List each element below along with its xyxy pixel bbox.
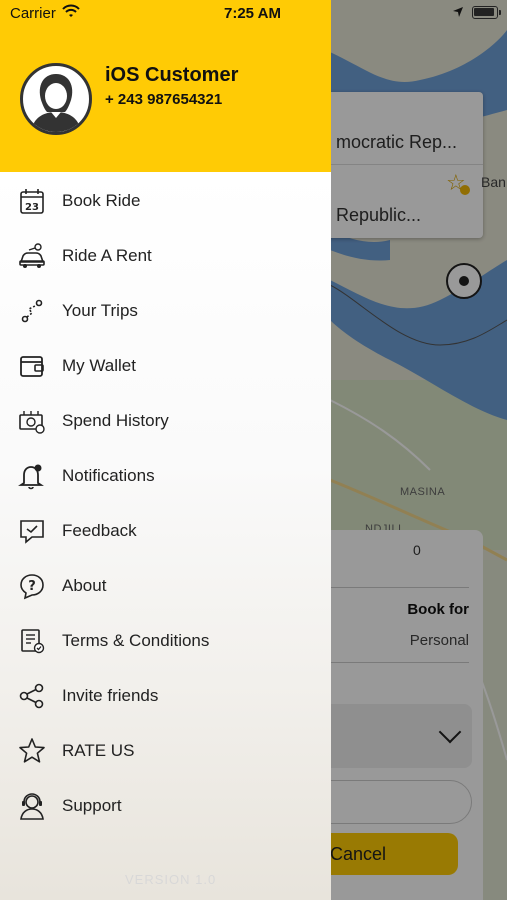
- menu-item-invite-friends[interactable]: Invite friends: [0, 668, 331, 723]
- menu-label: Notifications: [62, 466, 155, 485]
- route-icon: [21, 299, 43, 323]
- support-agent-icon: [20, 793, 44, 820]
- question-icon: ?: [20, 574, 44, 600]
- share-icon: [19, 683, 44, 709]
- menu-label: Invite friends: [62, 686, 159, 705]
- menu-label: Your Trips: [62, 301, 138, 320]
- money-history-icon: [19, 411, 45, 434]
- menu-label: My Wallet: [62, 356, 136, 375]
- menu-item-spend-history[interactable]: Spend History: [0, 393, 331, 448]
- app-version: VERSION 1.0: [125, 872, 217, 887]
- drawer-menu: 23 Book Ride Ride A Rent Your Trips My W…: [0, 173, 331, 833]
- wallet-icon: [20, 356, 44, 377]
- avatar[interactable]: [20, 63, 92, 135]
- user-avatar-icon: [31, 74, 81, 132]
- side-drawer: iOS Customer + 243 987654321 23 Book Rid…: [0, 0, 331, 900]
- menu-item-notifications[interactable]: Notifications: [0, 448, 331, 503]
- menu-label: About: [62, 576, 107, 595]
- menu-item-book-ride[interactable]: 23 Book Ride: [0, 173, 331, 228]
- menu-item-my-wallet[interactable]: My Wallet: [0, 338, 331, 393]
- user-phone: + 243 987654321: [105, 91, 223, 108]
- menu-label: Spend History: [62, 411, 169, 430]
- calendar-icon: 23: [20, 189, 44, 214]
- car-rent-icon: [19, 243, 45, 268]
- document-check-icon: [21, 629, 45, 654]
- user-name: iOS Customer: [105, 64, 239, 86]
- status-bar: Carrier 7:25 AM: [0, 0, 507, 26]
- menu-item-about[interactable]: ? About: [0, 558, 331, 613]
- status-time: 7:25 AM: [224, 5, 281, 22]
- carrier-label: Carrier: [10, 5, 56, 22]
- menu-label: Book Ride: [62, 191, 141, 210]
- svg-text:23: 23: [25, 202, 39, 213]
- menu-item-rate-us[interactable]: RATE US: [0, 723, 331, 778]
- feedback-icon: [20, 520, 44, 544]
- battery-icon: [472, 6, 501, 19]
- menu-item-ride-a-rent[interactable]: Ride A Rent: [0, 228, 331, 283]
- star-icon: [19, 738, 45, 763]
- location-arrow-icon: [453, 7, 463, 17]
- menu-label: Feedback: [62, 521, 137, 540]
- menu-item-terms-conditions[interactable]: Terms & Conditions: [0, 613, 331, 668]
- menu-item-your-trips[interactable]: Your Trips: [0, 283, 331, 338]
- menu-label: Ride A Rent: [62, 246, 152, 265]
- wifi-icon: [62, 4, 80, 17]
- bell-icon: [18, 464, 44, 490]
- menu-label: RATE US: [62, 741, 135, 760]
- menu-item-feedback[interactable]: Feedback: [0, 503, 331, 558]
- menu-label: Support: [62, 796, 122, 815]
- menu-label: Terms & Conditions: [62, 631, 210, 650]
- menu-item-support[interactable]: Support: [0, 778, 331, 833]
- svg-text:?: ?: [28, 579, 36, 594]
